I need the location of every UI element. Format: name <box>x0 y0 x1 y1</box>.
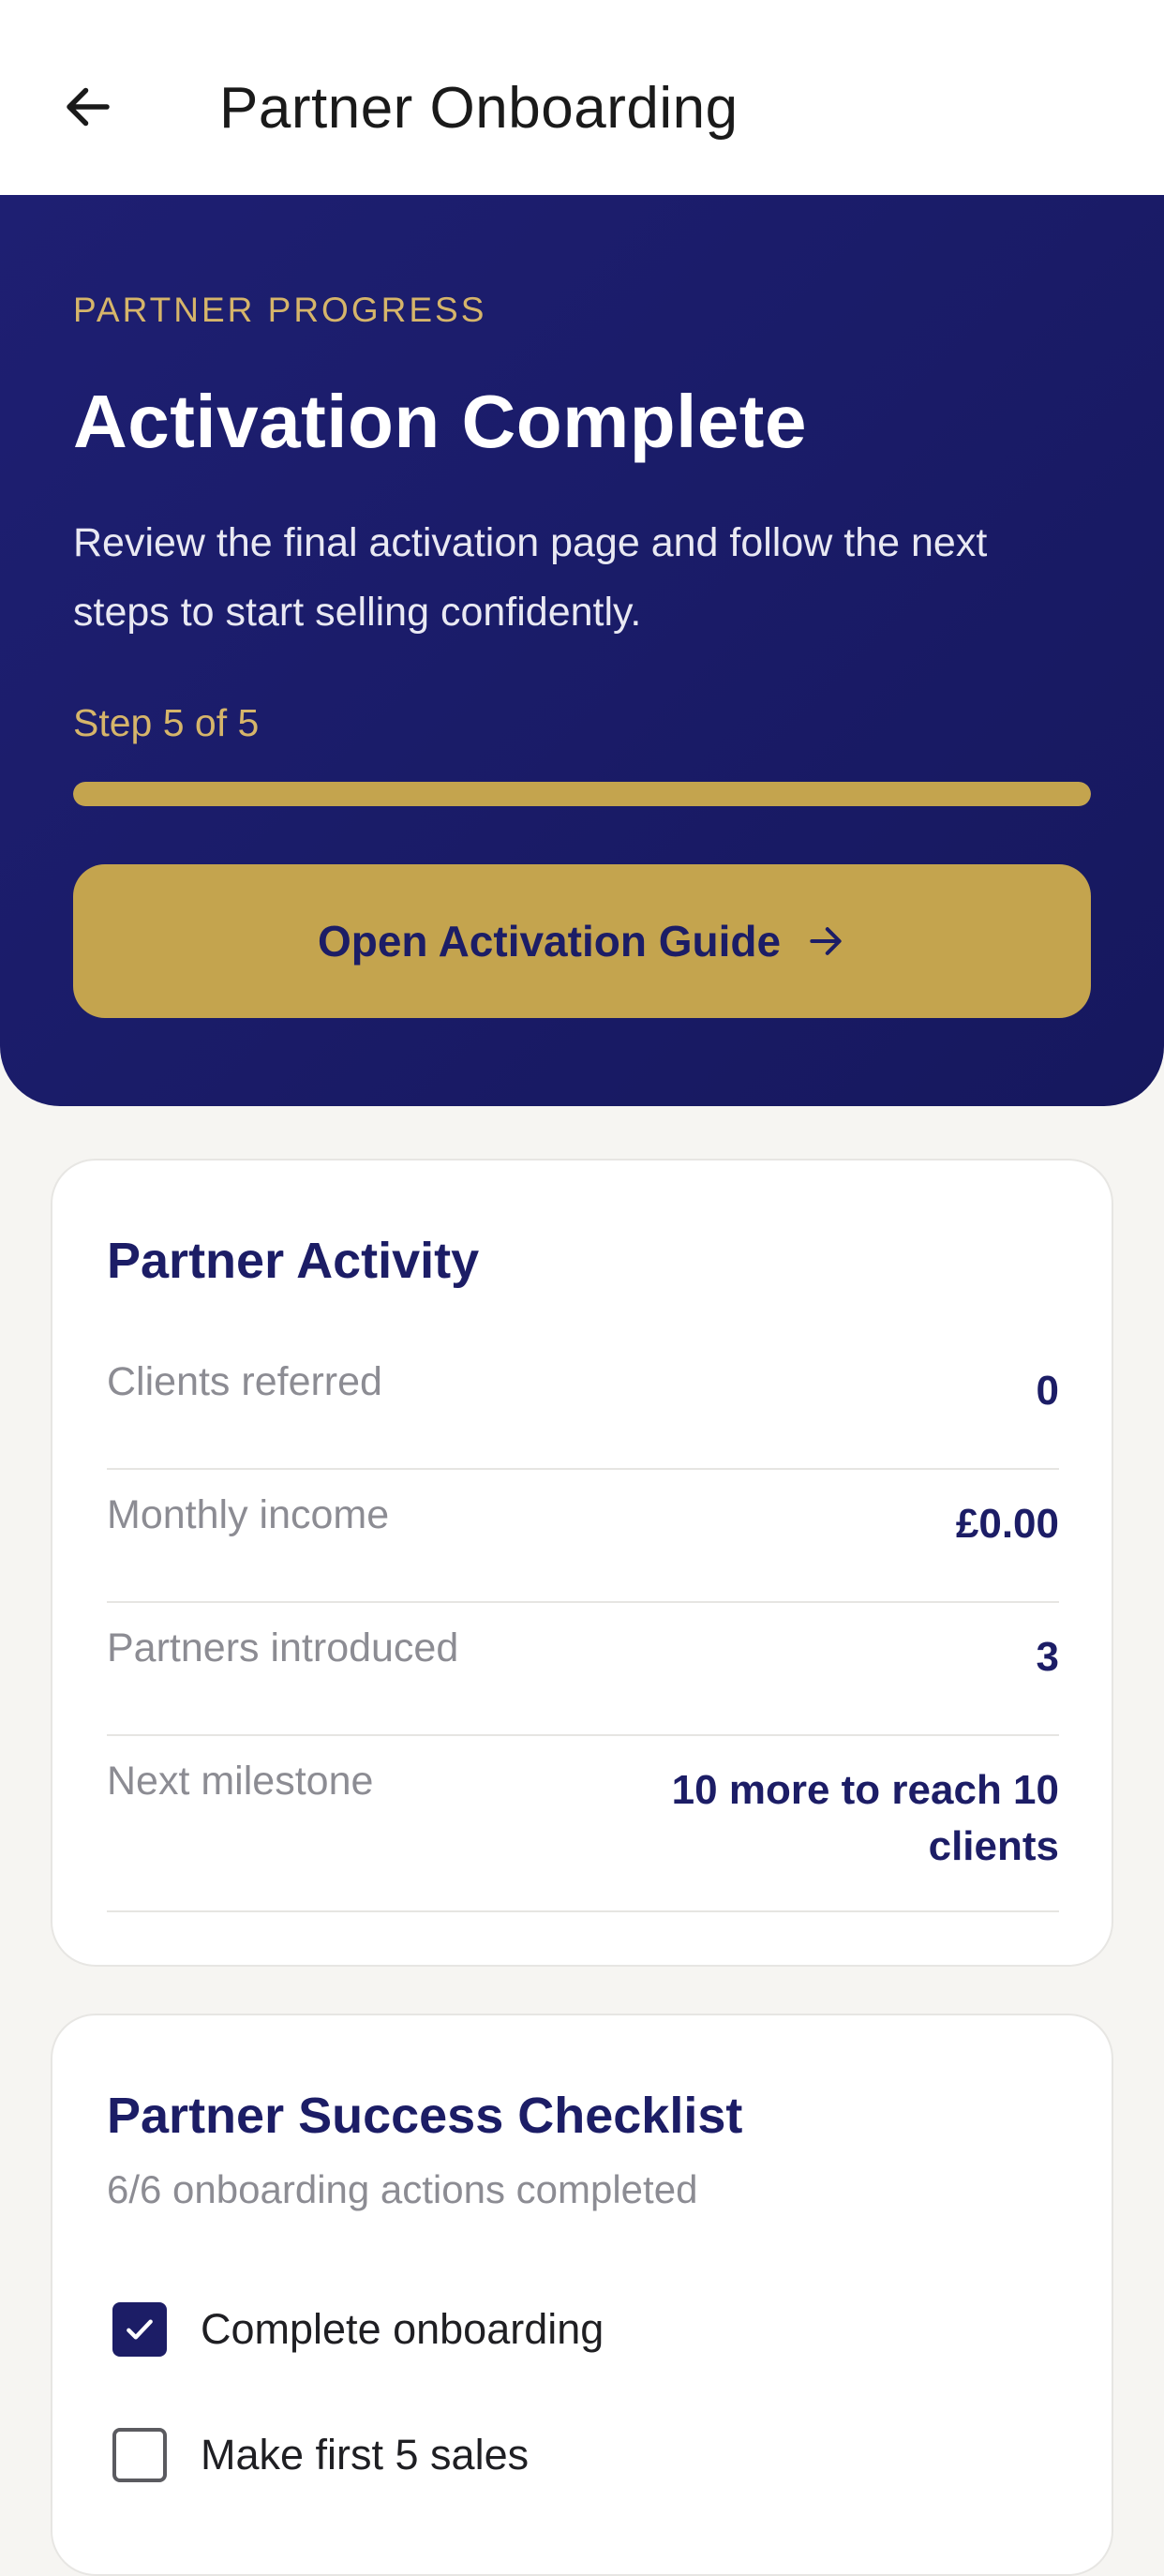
row-value: 3 <box>1036 1634 1059 1680</box>
partner-checklist-card: Partner Success Checklist 6/6 onboarding… <box>51 2014 1113 2576</box>
activity-row-clients-referred: Clients referred 0 <box>107 1359 1059 1470</box>
open-activation-guide-button[interactable]: Open Activation Guide <box>73 864 1091 1018</box>
checklist-title: Partner Success Checklist <box>107 2088 743 2144</box>
row-value: £0.00 <box>955 1501 1059 1547</box>
row-label: Monthly income <box>107 1492 390 1537</box>
cta-label: Open Activation Guide <box>317 917 782 966</box>
progress-hero: PARTNER PROGRESS Activation Complete Rev… <box>0 195 1164 1106</box>
activity-row-partners-introduced: Partners introduced 3 <box>107 1625 1059 1736</box>
partner-activity-card: Partner Activity Clients referred 0 Mont… <box>51 1159 1113 1967</box>
checkbox-checked[interactable] <box>112 2302 167 2357</box>
activity-row-next-milestone: Next milestone 10 more to reach 10 clien… <box>107 1759 1059 1912</box>
row-value: 0 <box>1036 1368 1059 1414</box>
activity-row-monthly-income: Monthly income £0.00 <box>107 1492 1059 1603</box>
row-label: Clients referred <box>107 1359 382 1404</box>
partner-activity-title: Partner Activity <box>107 1233 480 1289</box>
row-label: Next milestone <box>107 1759 374 1804</box>
back-button[interactable] <box>52 71 124 142</box>
progress-fill <box>73 782 1091 806</box>
arrow-right-icon <box>805 921 846 962</box>
checklist-item-label: Make first 5 sales <box>201 2431 530 2479</box>
row-label: Partners introduced <box>107 1625 459 1670</box>
hero-description: Review the final activation page and fol… <box>73 520 988 635</box>
hero-title: Activation Complete <box>73 380 807 463</box>
checklist-item-complete-onboarding[interactable]: Complete onboarding <box>112 2302 604 2357</box>
app-bar: Partner Onboarding <box>0 0 1164 195</box>
step-label: Step 5 of 5 <box>73 701 260 744</box>
row-value: 10 more to reach 10 clients <box>671 1767 1059 1869</box>
hero-eyebrow: PARTNER PROGRESS <box>73 291 487 329</box>
checkmark-icon <box>127 2319 153 2340</box>
checkbox-unchecked[interactable] <box>112 2428 167 2482</box>
page-title: Partner Onboarding <box>219 76 739 141</box>
progress-bar <box>73 782 1091 806</box>
checklist-summary: 6/6 onboarding actions completed <box>107 2167 698 2211</box>
checklist-item-first-sales[interactable]: Make first 5 sales <box>112 2428 529 2482</box>
arrow-left-icon <box>67 87 110 127</box>
checklist-item-label: Complete onboarding <box>201 2305 604 2353</box>
